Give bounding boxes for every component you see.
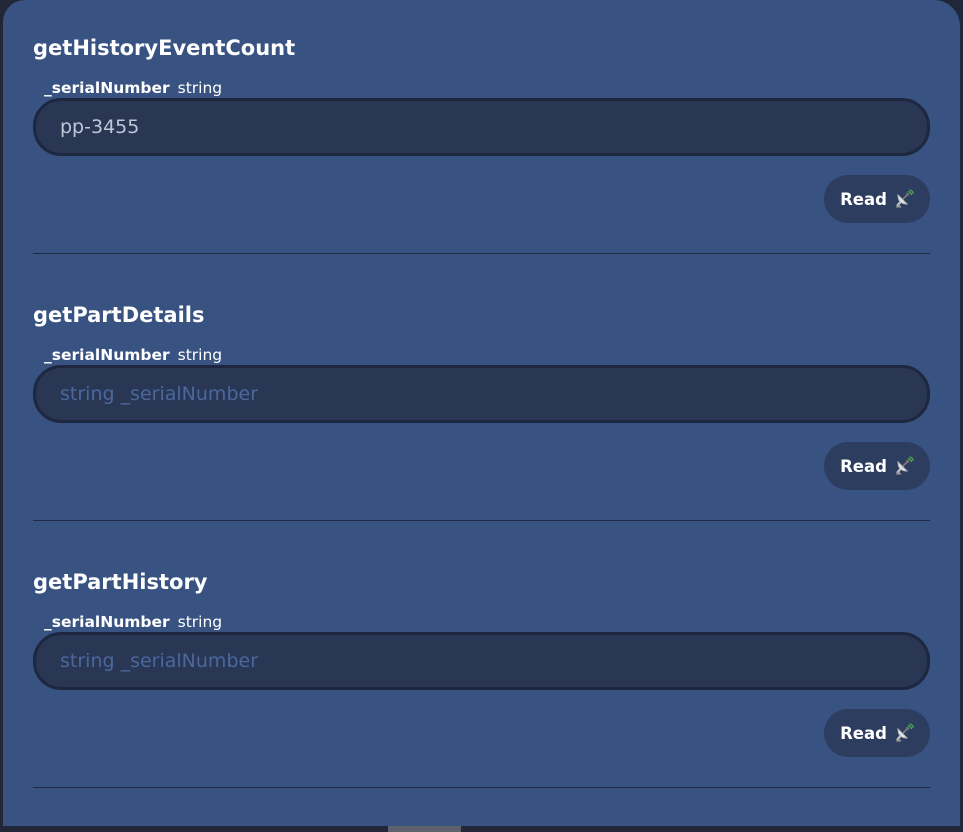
divider <box>33 787 930 788</box>
serial-number-input[interactable] <box>33 98 930 156</box>
param-label: _serialNumber string <box>44 345 222 365</box>
contract-read-panel: getHistoryEventCount _serialNumber string… <box>3 0 960 826</box>
read-button-label: Read <box>840 723 887 743</box>
serial-number-input[interactable] <box>33 365 930 423</box>
param-type: string <box>177 79 223 97</box>
param-name: _serialNumber <box>44 346 170 364</box>
function-title: getPartHistory <box>33 570 208 594</box>
divider <box>33 520 930 521</box>
read-button[interactable]: Read <box>824 442 930 490</box>
read-button[interactable]: Read <box>824 709 930 757</box>
param-name: _serialNumber <box>44 79 170 97</box>
satellite-antenna-icon <box>895 456 914 475</box>
param-type: string <box>177 346 223 364</box>
read-button[interactable]: Read <box>824 175 930 223</box>
param-type: string <box>177 613 223 631</box>
horizontal-scrollbar-thumb[interactable] <box>388 826 461 832</box>
param-label: _serialNumber string <box>44 78 222 98</box>
function-title: getHistoryEventCount <box>33 36 296 60</box>
param-label: _serialNumber string <box>44 612 222 632</box>
divider <box>33 253 930 254</box>
function-title: getPartDetails <box>33 303 205 327</box>
satellite-antenna-icon <box>895 189 914 208</box>
satellite-antenna-icon <box>895 723 914 742</box>
param-name: _serialNumber <box>44 613 170 631</box>
read-button-label: Read <box>840 456 887 476</box>
read-button-label: Read <box>840 189 887 209</box>
serial-number-input[interactable] <box>33 632 930 690</box>
